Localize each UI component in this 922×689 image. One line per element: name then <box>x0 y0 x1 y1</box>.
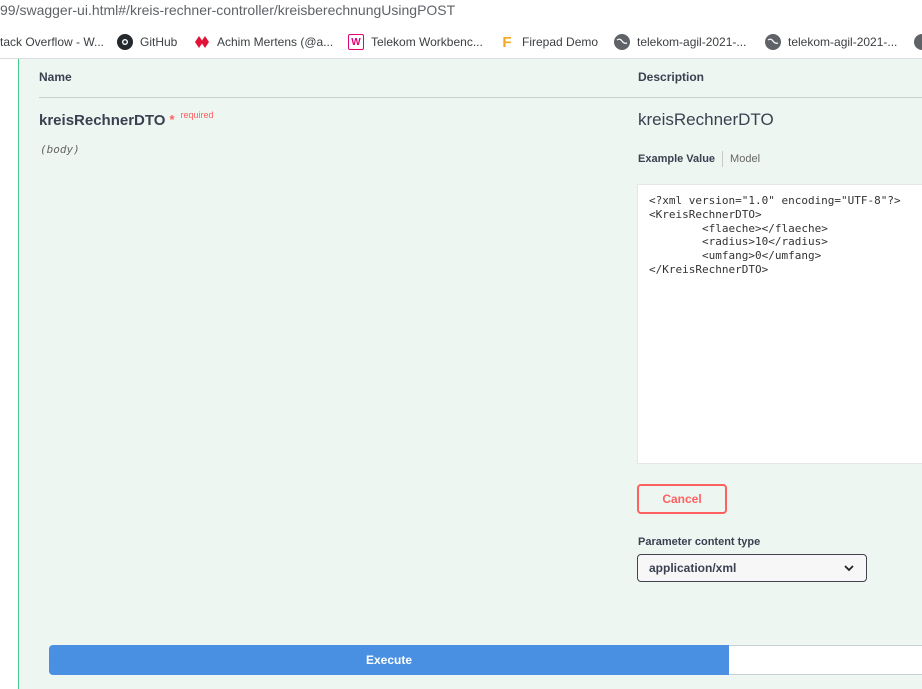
bookmark-label: Achim Mertens (@a... <box>217 35 334 49</box>
execute-wrapper: Execute <box>49 645 922 675</box>
parameter-description-title: kreisRechnerDTO <box>638 110 774 129</box>
bookmark-label: telekom-agil-2021-... <box>788 35 898 49</box>
bookmark-label: tack Overflow - W... <box>0 35 105 49</box>
bookmark-github[interactable]: GitHub <box>117 33 177 51</box>
bookmark-overflow[interactable] <box>914 33 922 51</box>
parameters-panel: Name Description kreisRechnerDTO * requi… <box>18 59 922 689</box>
bookmark-label: telekom-agil-2021-... <box>637 35 747 49</box>
telekom-workbench-icon: W <box>348 34 364 50</box>
example-model-tabs: Example Value Model <box>638 151 760 167</box>
bookmark-achim-mertens[interactable]: Achim Mertens (@a... <box>194 33 333 51</box>
bookmark-label: Firepad Demo <box>522 35 599 49</box>
bookmarks-bar: tack Overflow - W... GitHub Achim Merten… <box>0 24 922 59</box>
parameter-location: (body) <box>40 143 80 156</box>
url-text[interactable]: 99/swagger-ui.html#/kreis-rechner-contro… <box>0 2 455 18</box>
content-type-label: Parameter content type <box>638 536 761 548</box>
column-header-description: Description <box>638 70 705 84</box>
tab-example-value[interactable]: Example Value <box>638 153 722 165</box>
required-label: required <box>180 110 214 120</box>
chevron-down-icon <box>844 565 854 572</box>
execute-button[interactable]: Execute <box>49 645 729 675</box>
firepad-icon: F <box>502 33 512 51</box>
github-icon <box>117 34 133 50</box>
bookmark-label: Telekom Workbenc... <box>371 35 483 49</box>
header-divider <box>39 97 922 98</box>
body-editor-content[interactable]: <?xml version="1.0" encoding="UTF-8"?> <… <box>649 194 912 277</box>
parameter-name-text: kreisRechnerDTO <box>39 112 166 129</box>
globe-icon <box>914 34 922 50</box>
bookmark-telekom-agil-1[interactable]: telekom-agil-2021-... <box>614 33 746 51</box>
content-type-select[interactable]: application/xml <box>637 554 867 582</box>
clear-button[interactable] <box>729 645 922 675</box>
bookmark-telekom-agil-2[interactable]: telekom-agil-2021-... <box>765 33 897 51</box>
globe-icon <box>614 34 630 50</box>
body-editor[interactable]: <?xml version="1.0" encoding="UTF-8"?> <… <box>637 184 922 464</box>
hive-icon <box>194 34 210 50</box>
bookmark-firepad[interactable]: F Firepad Demo <box>499 33 598 51</box>
required-star: * <box>169 112 175 127</box>
bookmark-stackoverflow[interactable]: tack Overflow - W... <box>0 33 104 51</box>
bookmark-label: GitHub <box>140 35 178 49</box>
bookmark-telekom-workbench[interactable]: W Telekom Workbenc... <box>348 33 483 51</box>
cancel-button[interactable]: Cancel <box>637 484 727 514</box>
tab-model[interactable]: Model <box>723 153 760 165</box>
parameter-name: kreisRechnerDTO * required <box>39 110 214 129</box>
column-header-name: Name <box>39 70 72 84</box>
content-type-value: application/xml <box>649 561 737 575</box>
address-bar[interactable]: 99/swagger-ui.html#/kreis-rechner-contro… <box>0 0 922 24</box>
globe-icon <box>765 34 781 50</box>
